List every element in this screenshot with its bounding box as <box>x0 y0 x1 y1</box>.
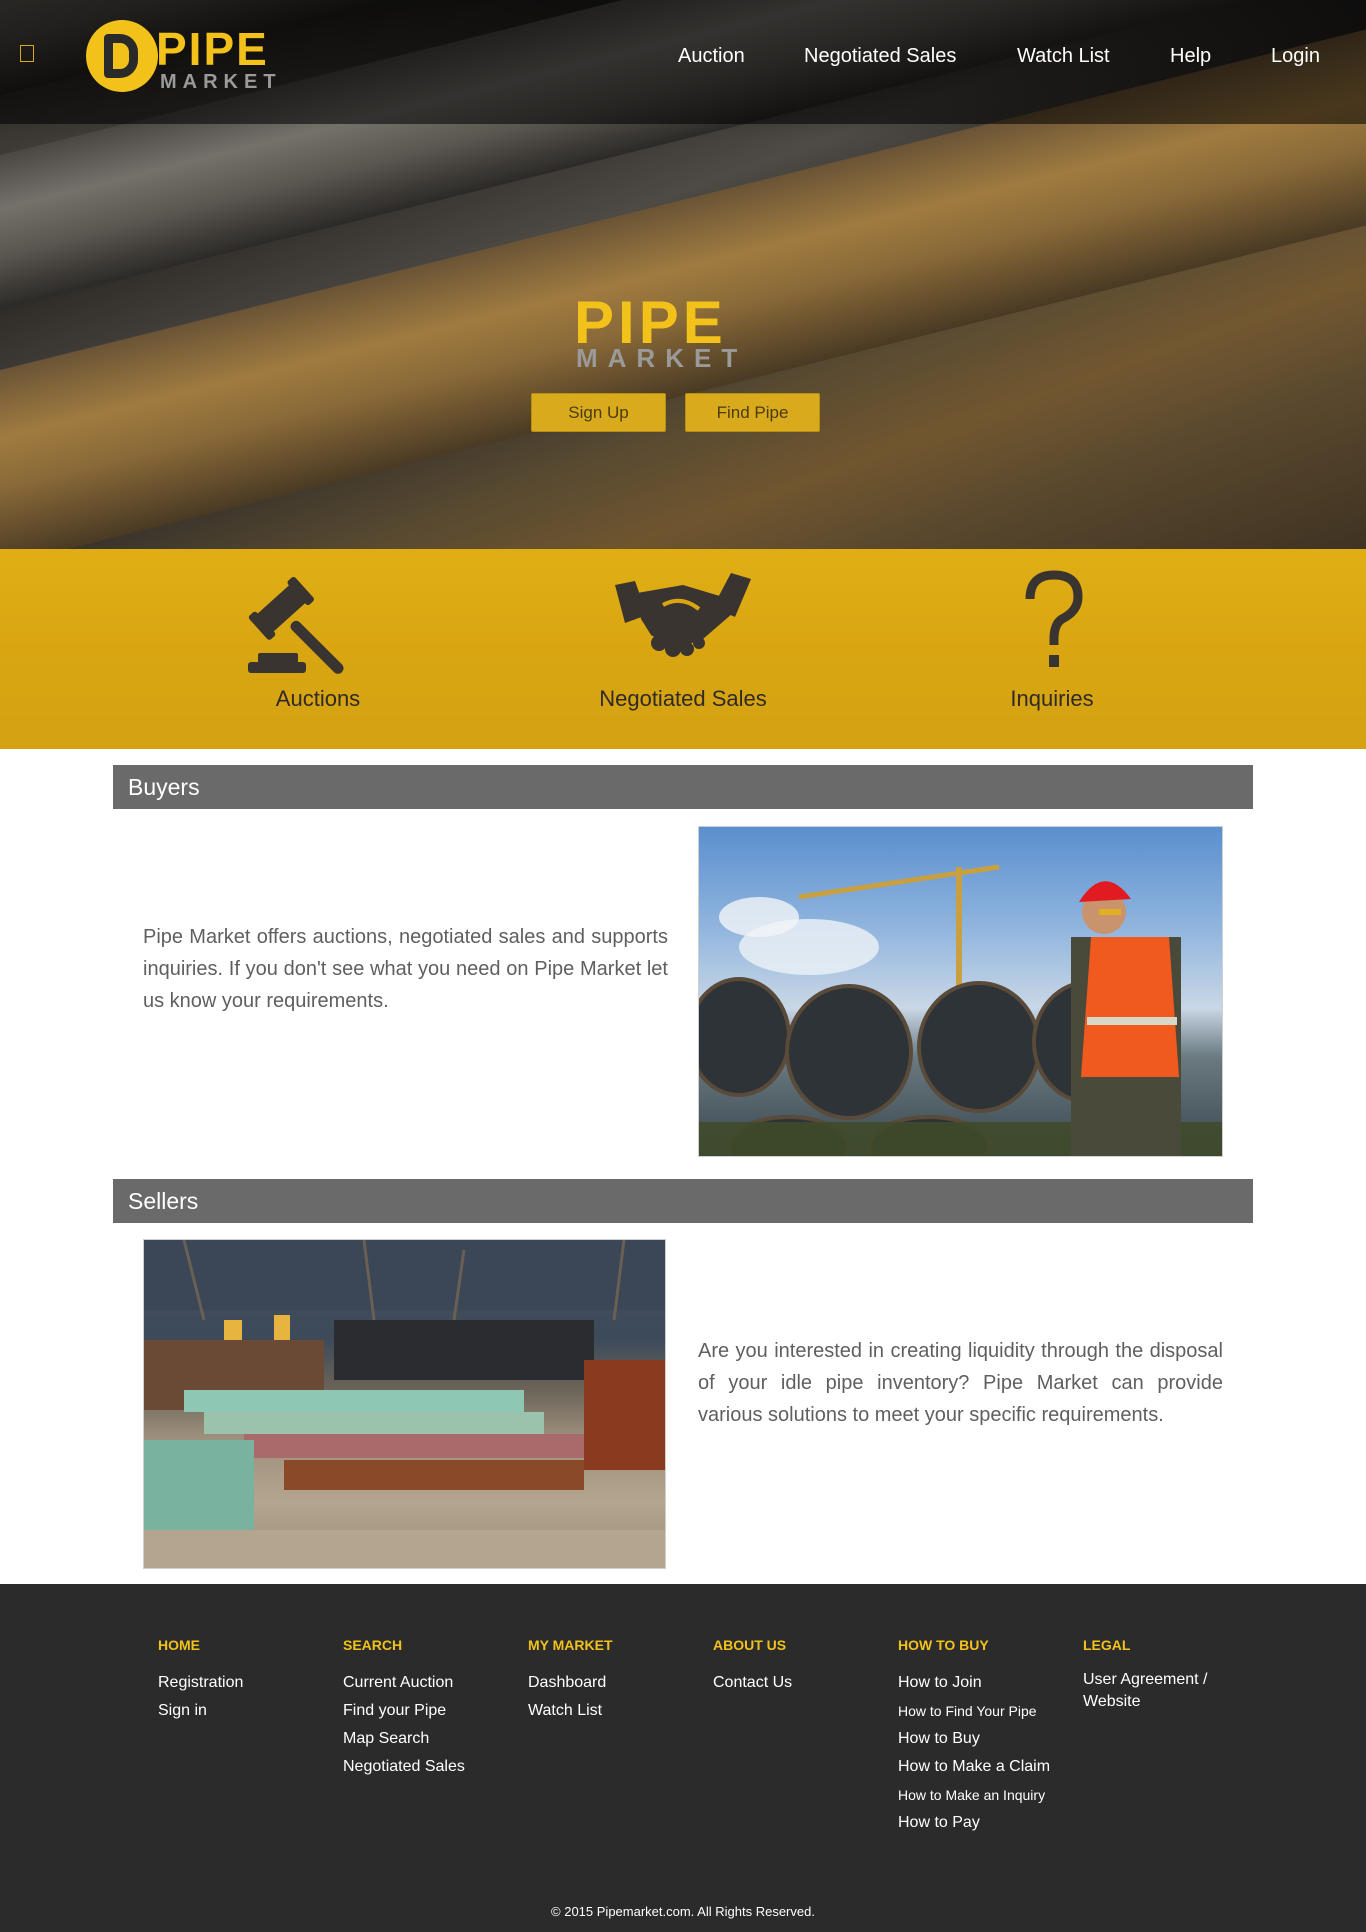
footer-link-map-search[interactable]: Map Search <box>343 1725 513 1753</box>
buyers-photo <box>698 826 1223 1157</box>
footer-heading: ABOUT US <box>713 1637 787 1653</box>
question-mark-icon <box>1025 570 1083 667</box>
buyers-description: Pipe Market offers auctions, negotiated … <box>143 926 668 1012</box>
footer-heading: HOW TO BUY <box>898 1637 989 1653</box>
sellers-title: Sellers <box>128 1188 199 1214</box>
nav-auction[interactable]: Auction <box>678 44 745 68</box>
footer-link-find-your-pipe[interactable]: Find your Pipe <box>343 1697 513 1725</box>
footer-link-how-to-buy[interactable]: How to Buy <box>898 1725 1068 1753</box>
nav-watch-list[interactable]: Watch List <box>1017 44 1110 68</box>
sellers-section-header: Sellers <box>113 1179 1253 1223</box>
pipe-yard-image <box>144 1240 665 1568</box>
site-logo[interactable]: PIPE MARKET <box>86 20 306 94</box>
sign-up-button[interactable]: Sign Up <box>531 393 666 432</box>
footer-link-how-to-make-a-claim[interactable]: How to Make a Claim <box>898 1753 1068 1781</box>
hero-logo-market: MARKET <box>576 343 748 373</box>
footer-heading: HOME <box>158 1637 200 1653</box>
feature-auctions-label: Auctions <box>275 686 361 711</box>
buyers-title: Buyers <box>128 774 200 800</box>
footer-link-how-to-find-your-pipe[interactable]: How to Find Your Pipe <box>898 1697 1068 1725</box>
hero-banner: PIPE MARKET Auction Negotiated Sales Wat… <box>0 0 1366 549</box>
logo-p-letter <box>104 34 138 78</box>
sellers-description: Are you interested in creating liquidity… <box>698 1340 1223 1426</box>
logo-text-market: MARKET <box>160 71 282 93</box>
footer-heading: MY MARKET <box>528 1637 613 1653</box>
footer-link-how-to-make-an-inquiry[interactable]: How to Make an Inquiry <box>898 1781 1068 1809</box>
footer-link-dashboard[interactable]: Dashboard <box>528 1669 698 1697</box>
footer-link-current-auction[interactable]: Current Auction <box>343 1669 513 1697</box>
feature-inquiries-label: Inquiries <box>1010 686 1094 711</box>
feature-strip: Auctions Negotiated Sales Inquiries <box>0 549 1366 749</box>
handshake-icon <box>615 573 751 657</box>
footer-column-my-market: MY MARKET Dashboard Watch List <box>528 1636 698 1725</box>
gavel-icon <box>248 576 344 674</box>
hero-logo: PIPE MARKET <box>574 293 794 373</box>
feature-auctions[interactable]: Auctions <box>198 549 438 749</box>
nav-help[interactable]: Help <box>1170 44 1211 68</box>
feature-negotiated-sales[interactable]: Negotiated Sales <box>563 549 803 749</box>
footer-link-registration[interactable]: Registration <box>158 1669 328 1697</box>
footer-column-search: SEARCH Current Auction Find your Pipe Ma… <box>343 1636 513 1781</box>
site-footer: HOME Registration Sign in SEARCH Current… <box>0 1584 1366 1932</box>
nav-login[interactable]: Login <box>1271 44 1320 68</box>
worker-with-pipes-image <box>699 864 1222 1156</box>
footer-link-contact-us[interactable]: Contact Us <box>713 1669 883 1697</box>
footer-column-about-us: ABOUT US Contact Us <box>713 1636 883 1697</box>
footer-link-negotiated-sales[interactable]: Negotiated Sales <box>343 1753 513 1781</box>
menu-icon[interactable] <box>20 45 34 62</box>
footer-link-how-to-join[interactable]: How to Join <box>898 1669 1068 1697</box>
nav-negotiated-sales[interactable]: Negotiated Sales <box>804 44 956 68</box>
buyers-section-header: Buyers <box>113 765 1253 809</box>
footer-link-sign-in[interactable]: Sign in <box>158 1697 328 1725</box>
footer-column-home: HOME Registration Sign in <box>158 1636 328 1725</box>
feature-inquiries[interactable]: Inquiries <box>932 549 1172 749</box>
logo-text-pipe: PIPE <box>156 23 269 75</box>
footer-link-watch-list[interactable]: Watch List <box>528 1697 698 1725</box>
sellers-photo <box>143 1239 666 1569</box>
top-navbar: PIPE MARKET Auction Negotiated Sales Wat… <box>0 0 1366 124</box>
footer-heading: LEGAL <box>1083 1637 1131 1653</box>
footer-column-how-to-buy: HOW TO BUY How to Join How to Find Your … <box>898 1636 1068 1837</box>
find-pipe-button[interactable]: Find Pipe <box>685 393 820 432</box>
feature-negotiated-sales-label: Negotiated Sales <box>599 686 767 711</box>
footer-column-legal: LEGAL User Agreement / Website <box>1083 1636 1253 1713</box>
footer-heading: SEARCH <box>343 1637 403 1653</box>
footer-link-how-to-pay[interactable]: How to Pay <box>898 1809 1068 1837</box>
copyright-notice: © 2015 Pipemarket.com. All Rights Reserv… <box>551 1904 815 1919</box>
footer-link-user-agreement[interactable]: User Agreement / Website <box>1083 1669 1253 1713</box>
